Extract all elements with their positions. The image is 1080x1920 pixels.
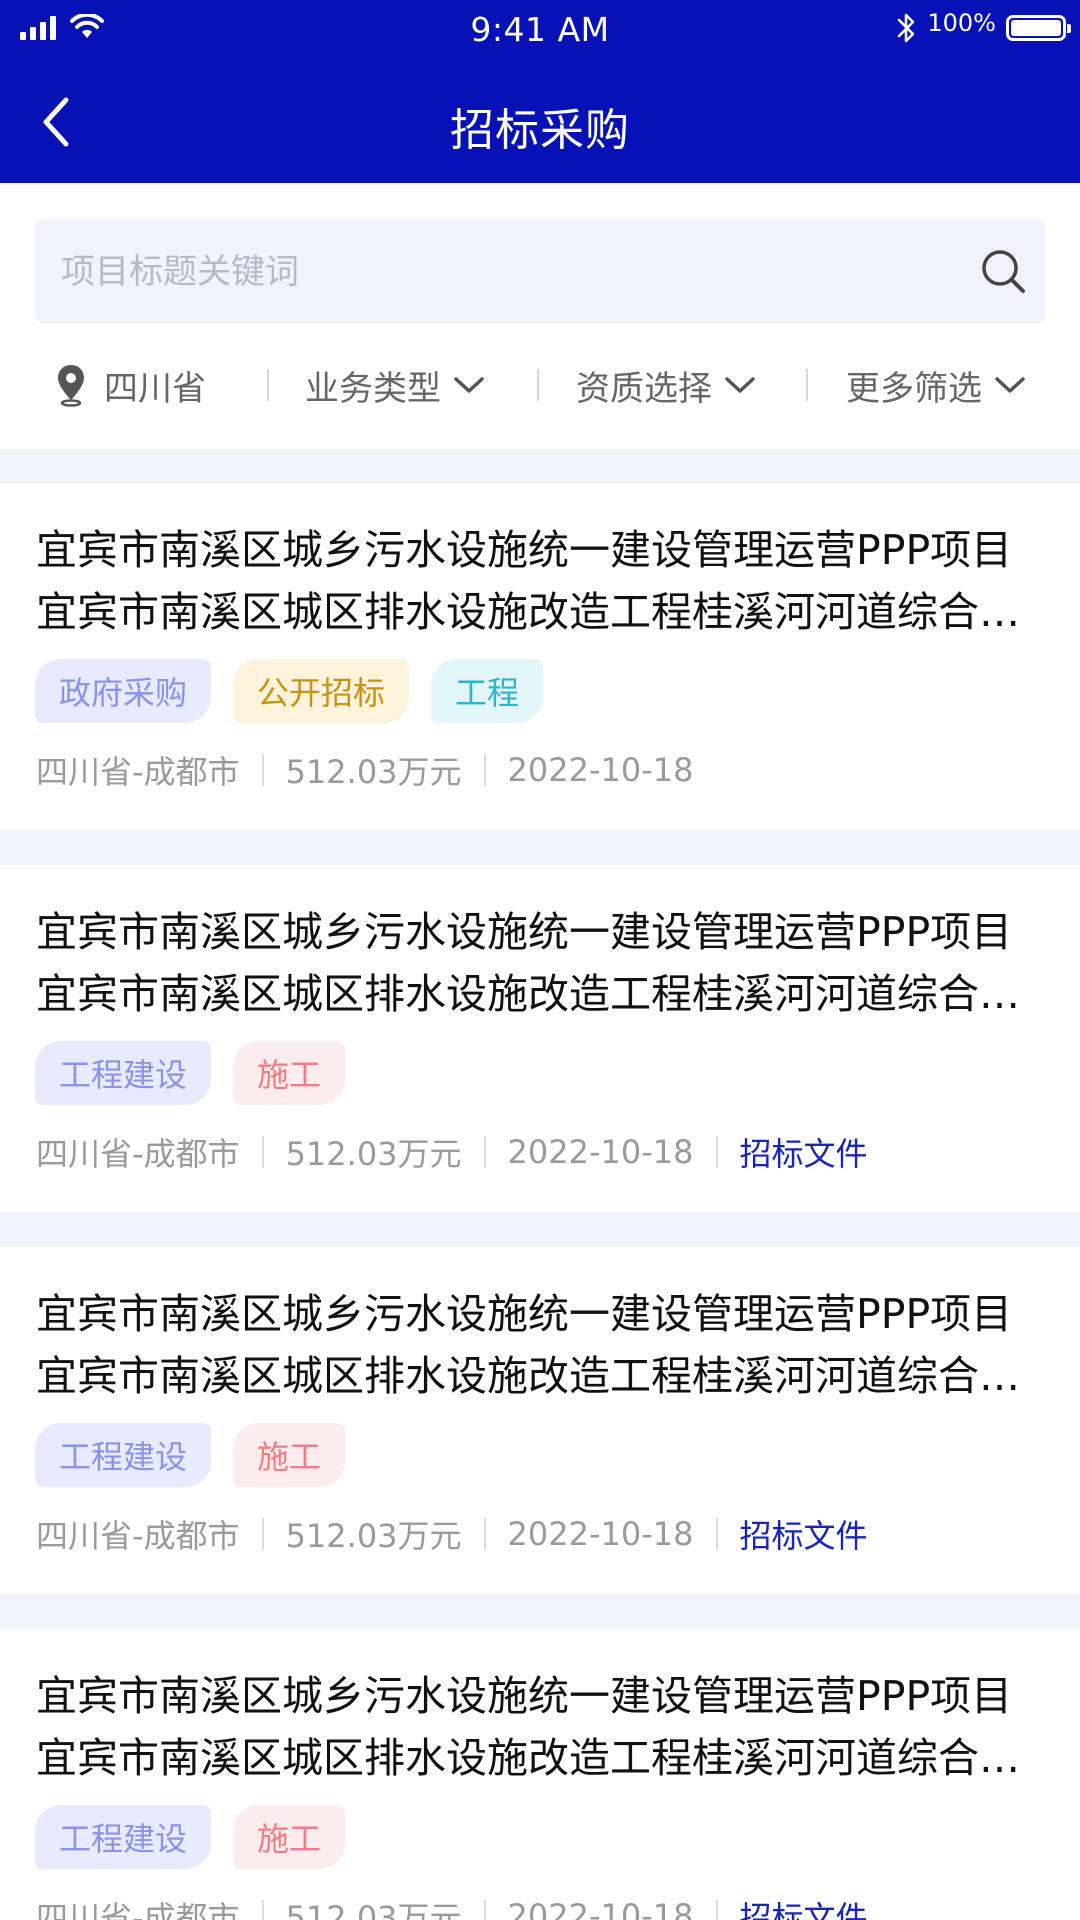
item-location: 四川省-成都市 bbox=[36, 1517, 240, 1555]
list-item[interactable]: 宜宾市南溪区城乡污水设施统一建设管理运营PPP项目宜宾市南溪区城区排水设施改造工… bbox=[0, 1247, 1080, 1594]
tender-document-link[interactable]: 招标文件 bbox=[740, 1511, 868, 1557]
list-item[interactable]: 宜宾市南溪区城乡污水设施统一建设管理运营PPP项目宜宾市南溪区城区排水设施改造工… bbox=[0, 865, 1080, 1212]
page-title: 招标采购 bbox=[450, 105, 630, 156]
meta-divider bbox=[261, 1900, 264, 1920]
item-location: 四川省-成都市 bbox=[36, 753, 240, 791]
meta-divider bbox=[261, 1136, 264, 1168]
qualification-filter-label: 资质选择 bbox=[576, 368, 712, 409]
tender-document-link[interactable]: 招标文件 bbox=[740, 1893, 868, 1920]
item-date: 2022-10-18 bbox=[507, 1133, 694, 1171]
app-header: 9:41 AM 100% 招标采购 bbox=[0, 0, 1080, 183]
filter-divider bbox=[537, 369, 539, 401]
item-date: 2022-10-18 bbox=[507, 751, 694, 789]
location-filter[interactable]: 四川省 bbox=[54, 355, 206, 415]
chevron-down-icon bbox=[454, 377, 484, 393]
item-location: 四川省-成都市 bbox=[36, 1899, 240, 1920]
item-tags: 工程建设 施工 bbox=[35, 1423, 346, 1487]
item-amount: 512.03万元 bbox=[285, 753, 462, 791]
item-meta: 四川省-成都市 512.03万元 2022-10-18 招标文件 bbox=[36, 1509, 868, 1559]
tag: 工程 bbox=[431, 659, 544, 723]
nav-bar: 招标采购 bbox=[0, 72, 1080, 172]
tender-document-link[interactable]: 招标文件 bbox=[740, 1129, 868, 1175]
qualification-filter[interactable]: 资质选择 bbox=[576, 355, 756, 415]
filter-bar: 四川省 业务类型 资质选择 更多筛选 bbox=[0, 355, 1080, 415]
more-filter[interactable]: 更多筛选 bbox=[846, 355, 1026, 415]
meta-divider bbox=[483, 1518, 486, 1550]
tag: 工程建设 bbox=[35, 1423, 212, 1487]
meta-divider bbox=[261, 754, 264, 786]
status-bar: 9:41 AM 100% bbox=[0, 0, 1080, 60]
meta-divider bbox=[715, 1518, 718, 1550]
meta-divider bbox=[715, 1900, 718, 1920]
item-tags: 工程建设 施工 bbox=[35, 1041, 346, 1105]
item-tags: 工程建设 施工 bbox=[35, 1805, 346, 1869]
tag: 工程建设 bbox=[35, 1041, 212, 1105]
meta-divider bbox=[483, 1136, 486, 1168]
tag: 工程建设 bbox=[35, 1805, 212, 1869]
tag: 施工 bbox=[233, 1041, 346, 1105]
item-date: 2022-10-18 bbox=[507, 1897, 694, 1920]
meta-divider bbox=[261, 1518, 264, 1550]
item-tags: 政府采购 公开招标 工程 bbox=[35, 659, 544, 723]
item-meta: 四川省-成都市 512.03万元 2022-10-18 bbox=[36, 745, 694, 795]
meta-divider bbox=[483, 1900, 486, 1920]
business-type-filter[interactable]: 业务类型 bbox=[305, 355, 485, 415]
item-location: 四川省-成都市 bbox=[36, 1135, 240, 1173]
list-item[interactable]: 宜宾市南溪区城乡污水设施统一建设管理运营PPP项目宜宾市南溪区城区排水设施改造工… bbox=[0, 483, 1080, 830]
battery-percentage: 100% bbox=[927, 9, 996, 37]
meta-divider bbox=[483, 754, 486, 786]
item-title[interactable]: 宜宾市南溪区城乡污水设施统一建设管理运营PPP项目宜宾市南溪区城区排水设施改造工… bbox=[36, 1283, 1048, 1407]
search-bar bbox=[35, 219, 1045, 325]
filter-divider bbox=[267, 369, 269, 401]
tender-list: 宜宾市南溪区城乡污水设施统一建设管理运营PPP项目宜宾市南溪区城区排水设施改造工… bbox=[0, 449, 1080, 1920]
item-meta: 四川省-成都市 512.03万元 2022-10-18 招标文件 bbox=[36, 1891, 868, 1920]
bluetooth-icon bbox=[898, 13, 915, 43]
item-amount: 512.03万元 bbox=[285, 1517, 462, 1555]
tag: 政府采购 bbox=[35, 659, 212, 723]
meta-divider bbox=[715, 1136, 718, 1168]
status-right: 100% bbox=[895, 9, 1071, 46]
search-icon[interactable] bbox=[979, 247, 1027, 295]
search-input[interactable] bbox=[59, 219, 963, 325]
filter-divider bbox=[806, 369, 808, 401]
more-filter-label: 更多筛选 bbox=[846, 368, 982, 409]
tag: 施工 bbox=[233, 1805, 346, 1869]
list-item[interactable]: 宜宾市南溪区城乡污水设施统一建设管理运营PPP项目宜宾市南溪区城区排水设施改造工… bbox=[0, 1629, 1080, 1920]
item-amount: 512.03万元 bbox=[285, 1135, 462, 1173]
item-title[interactable]: 宜宾市南溪区城乡污水设施统一建设管理运营PPP项目宜宾市南溪区城区排水设施改造工… bbox=[36, 519, 1048, 643]
item-title[interactable]: 宜宾市南溪区城乡污水设施统一建设管理运营PPP项目宜宾市南溪区城区排水设施改造工… bbox=[36, 1665, 1048, 1789]
tag: 施工 bbox=[233, 1423, 346, 1487]
battery-icon bbox=[1006, 15, 1071, 41]
chevron-down-icon bbox=[995, 377, 1025, 393]
item-meta: 四川省-成都市 512.03万元 2022-10-18 招标文件 bbox=[36, 1127, 868, 1177]
business-type-filter-label: 业务类型 bbox=[305, 368, 441, 409]
tag: 公开招标 bbox=[233, 659, 410, 723]
item-amount: 512.03万元 bbox=[285, 1899, 462, 1920]
item-title[interactable]: 宜宾市南溪区城乡污水设施统一建设管理运营PPP项目宜宾市南溪区城区排水设施改造工… bbox=[36, 901, 1048, 1025]
item-date: 2022-10-18 bbox=[507, 1515, 694, 1553]
location-filter-label: 四川省 bbox=[104, 368, 206, 409]
location-pin-icon bbox=[58, 365, 84, 407]
chevron-down-icon bbox=[725, 377, 755, 393]
